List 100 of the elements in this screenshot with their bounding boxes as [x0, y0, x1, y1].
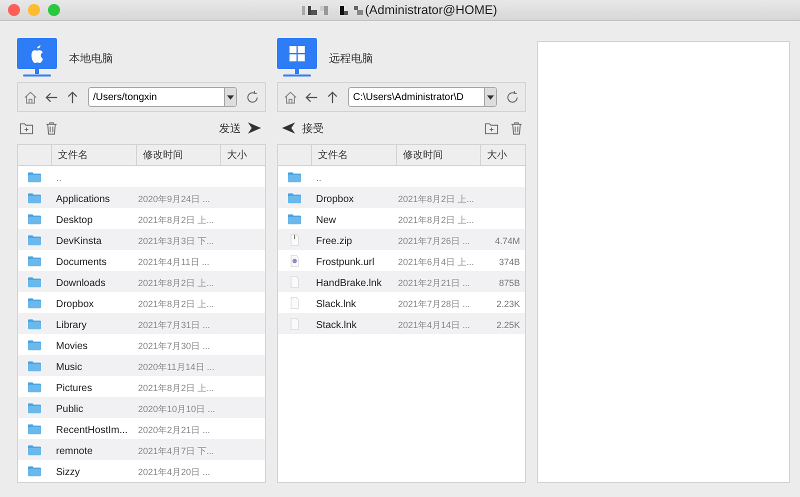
file-row[interactable]: Frostpunk.url 2021年6月4日 上... 374B: [278, 250, 525, 271]
file-row[interactable]: Public 2020年10月10日 ...: [18, 397, 265, 418]
modified-date: 2021年6月4日 上...: [398, 256, 474, 266]
file-row[interactable]: Dropbox 2021年8月2日 上...: [18, 292, 265, 313]
new-folder-icon: [19, 120, 34, 136]
window-title: (Administrator@HOME): [365, 3, 498, 17]
path-dropdown[interactable]: C:\Users\Administrator\D: [348, 87, 497, 107]
file-row[interactable]: Music 2020年11月14日 ...: [18, 355, 265, 376]
right-arrowhead-icon: [247, 122, 262, 134]
file-name: Documents: [56, 256, 107, 268]
file-row[interactable]: Free.zip 2021年7月26日 ... 4.74M: [278, 229, 525, 250]
file-row[interactable]: Desktop 2021年8月2日 上...: [18, 208, 265, 229]
modified-date: 2020年9月24日 ...: [138, 194, 210, 204]
file-row[interactable]: ..: [278, 166, 525, 187]
modified-date: 2021年2月21日 ...: [398, 278, 470, 288]
folder-icon: [28, 318, 41, 330]
modified-date: 2021年3月3日 下...: [138, 236, 214, 246]
caret-icon: [487, 94, 494, 100]
column-header[interactable]: 修改时间: [136, 145, 220, 165]
folder-icon: [28, 192, 41, 204]
trash-icon: [44, 120, 59, 136]
file-name: Public: [56, 404, 84, 414]
modified-date: 2021年4月7日 下...: [138, 446, 214, 456]
folder-icon: [288, 192, 301, 204]
file-name: Applications: [56, 194, 110, 204]
file-row[interactable]: RecentHostIm... 2020年2月21日 ...: [18, 418, 265, 439]
home-icon: [23, 90, 38, 104]
left-arrowhead-icon: [281, 122, 296, 134]
folder-icon: [28, 422, 41, 434]
file-name: New: [316, 214, 336, 226]
file-row[interactable]: Movies 2021年7月30日 ...: [18, 334, 265, 355]
column-header[interactable]: 大小: [220, 145, 265, 165]
file-name: Dropbox: [56, 298, 94, 310]
modified-date: 2020年10月10日 ...: [138, 404, 216, 414]
file-row[interactable]: Sizzy 2021年4月20日 ...: [18, 460, 265, 481]
file-size: 374B: [498, 256, 520, 266]
file-row[interactable]: Dropbox 2021年8月2日 上...: [278, 187, 525, 208]
up-arrow-icon: [325, 90, 340, 104]
modified-date: 2021年4月20日 ...: [138, 466, 210, 476]
folder-icon: [28, 212, 41, 224]
modified-date: 2021年4月14日 ...: [398, 320, 470, 330]
column-header[interactable]: 大小: [480, 145, 525, 165]
refresh-icon: [245, 90, 260, 104]
modified-date: 2021年8月2日 上...: [398, 214, 474, 224]
apple-monitor-icon: [17, 38, 57, 78]
receive-button[interactable]: 接受: [277, 120, 328, 136]
file-row[interactable]: ..: [18, 166, 265, 187]
windows-monitor-icon: [277, 38, 317, 78]
file-size: 4.74M: [494, 236, 520, 246]
file-row[interactable]: Stack.lnk 2021年4月14日 ... 2.25K: [278, 313, 525, 334]
file-row[interactable]: HandBrake.lnk 2021年2月21日 ... 875B: [278, 271, 525, 292]
folder-icon: [28, 444, 41, 456]
modified-date: 2020年2月21日 ...: [138, 424, 210, 434]
zip-file-icon: [288, 234, 301, 246]
file-name: ..: [56, 172, 62, 184]
modified-date: 2021年8月2日 上...: [398, 194, 474, 204]
file-row[interactable]: Pictures 2021年8月2日 上...: [18, 376, 265, 397]
refresh-icon: [505, 90, 520, 104]
file-row[interactable]: DevKinsta 2021年3月3日 下...: [18, 229, 265, 250]
column-header[interactable]: 文件名: [311, 145, 396, 165]
modified-date: 2021年8月2日 上...: [138, 382, 214, 392]
file-row[interactable]: Downloads 2021年8月2日 上...: [18, 271, 265, 292]
column-header[interactable]: 文件名: [51, 145, 136, 165]
file-row[interactable]: Library 2021年7月31日 ...: [18, 313, 265, 334]
file-name: HandBrake.lnk: [316, 278, 382, 288]
file-row[interactable]: Slack.lnk 2021年7月28日 ... 2.23K: [278, 292, 525, 313]
modified-date: 2021年8月2日 上...: [138, 298, 214, 308]
file-size: 2.25K: [496, 320, 520, 330]
file-name: Downloads: [56, 278, 106, 288]
file-name: Dropbox: [316, 194, 354, 204]
file-name: Music: [56, 362, 82, 372]
modified-date: 2021年7月26日 ...: [398, 236, 470, 246]
path-dropdown[interactable]: /Users/tongxin: [88, 87, 237, 107]
file-name: RecentHostIm...: [56, 424, 128, 436]
file-name: Slack.lnk: [316, 298, 356, 310]
file-name: Library: [56, 320, 87, 330]
file-name: Desktop: [56, 214, 93, 226]
file-name: Stack.lnk: [316, 320, 357, 330]
file-icon: [288, 276, 301, 288]
folder-icon: [28, 234, 41, 246]
file-name: Pictures: [56, 382, 92, 394]
file-row[interactable]: remnote 2021年4月7日 下...: [18, 439, 265, 460]
file-icon: [288, 318, 301, 330]
file-row[interactable]: Applications 2020年9月24日 ...: [18, 187, 265, 208]
file-size: 2.23K: [496, 298, 520, 308]
trash-icon: [509, 120, 524, 136]
folder-icon: [28, 380, 41, 392]
file-icon: [288, 296, 301, 308]
file-name: Frostpunk.url: [316, 256, 374, 268]
folder-icon: [28, 360, 41, 372]
file-size: 875B: [498, 278, 520, 288]
file-name: Movies: [56, 340, 88, 352]
file-row[interactable]: New 2021年8月2日 上...: [278, 208, 525, 229]
file-row[interactable]: Documents 2021年4月11日 ...: [18, 250, 265, 271]
column-header[interactable]: 修改时间: [396, 145, 480, 165]
home-icon: [283, 90, 298, 104]
file-name: ..: [316, 172, 322, 184]
new-folder-icon: [484, 120, 499, 136]
folder-icon: [28, 276, 41, 288]
send-button[interactable]: 发送: [215, 120, 266, 136]
